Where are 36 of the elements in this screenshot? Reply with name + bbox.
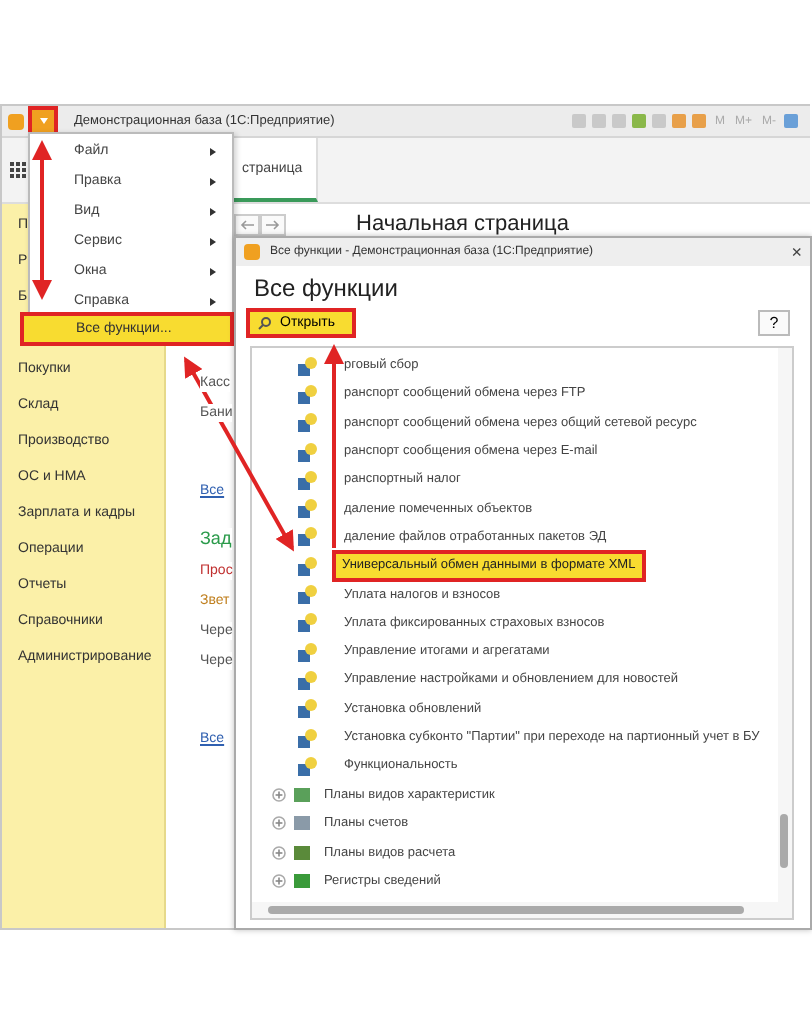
grid-menu-icon[interactable] <box>10 162 28 180</box>
app-logo-icon <box>8 113 24 129</box>
app-logo-icon <box>244 244 260 260</box>
function-icon <box>296 441 318 464</box>
function-icon <box>296 727 318 749</box>
main-menu-button[interactable] <box>32 110 54 132</box>
function-icon <box>296 355 318 378</box>
vertical-scrollbar[interactable] <box>778 348 792 902</box>
function-icon <box>296 412 318 435</box>
function-icon <box>296 383 318 406</box>
function-icon <box>296 469 318 492</box>
back-button[interactable] <box>234 213 260 235</box>
function-icon <box>296 526 318 549</box>
search-icon <box>258 316 272 330</box>
expand-icon[interactable] <box>272 816 286 831</box>
expand-icon[interactable] <box>272 845 286 860</box>
function-icon <box>296 584 318 607</box>
dialog-heading: Все функции <box>252 272 400 304</box>
forward-arrow-icon <box>266 219 280 229</box>
function-icon <box>296 669 318 692</box>
function-icon <box>296 755 318 778</box>
function-icon <box>296 498 318 521</box>
expand-icon[interactable] <box>272 873 286 888</box>
page-title: Начальная страница <box>356 212 569 236</box>
horizontal-scrollbar[interactable] <box>252 902 792 918</box>
function-icon <box>296 698 318 721</box>
close-button[interactable]: × <box>791 242 802 262</box>
section-heading: Зад <box>200 528 232 550</box>
expand-icon[interactable] <box>272 788 286 803</box>
forward-button[interactable] <box>260 213 286 235</box>
function-icon <box>296 641 318 664</box>
back-arrow-icon <box>240 219 254 229</box>
panel-icon[interactable] <box>784 114 798 128</box>
help-button[interactable]: ? <box>758 310 790 336</box>
function-icon <box>296 555 318 578</box>
function-icon <box>296 612 318 635</box>
